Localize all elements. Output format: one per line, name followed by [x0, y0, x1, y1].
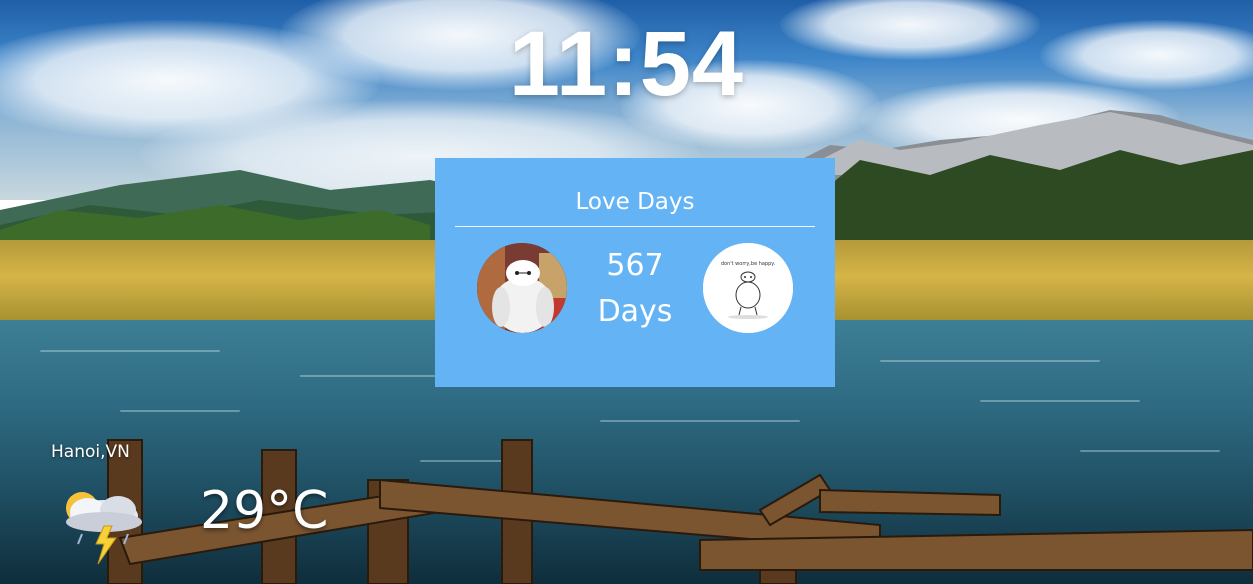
clock-time: 11:54	[508, 13, 745, 115]
card-divider	[455, 226, 815, 227]
left-avatar[interactable]	[477, 243, 567, 333]
right-avatar[interactable]: don't worry,be happy.	[703, 243, 793, 333]
new-tab-dashboard: 11:54 Love Days 567 Days don't worry,be …	[0, 0, 1253, 584]
wooden-pier	[107, 439, 1253, 584]
love-days-title: Love Days	[575, 189, 695, 215]
right-avatar-caption: don't worry,be happy.	[721, 261, 776, 267]
thunderstorm-sun-icon	[66, 492, 142, 565]
love-days-card: Love Days 567 Days don't worry,be happy.	[435, 158, 835, 387]
temperature: 29°C	[200, 481, 329, 541]
weather-location: Hanoi,VN	[51, 442, 130, 462]
love-days-count: 567	[606, 248, 664, 283]
baymax-photo-icon	[477, 243, 567, 333]
love-days-unit: Days	[597, 294, 673, 329]
baymax-sketch-icon: don't worry,be happy.	[703, 243, 793, 333]
